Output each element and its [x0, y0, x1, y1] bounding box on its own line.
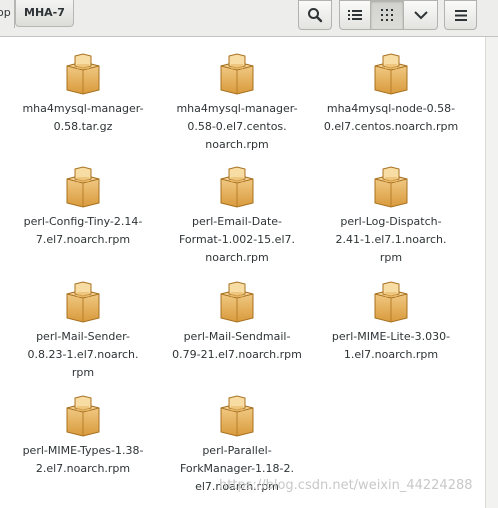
file-name: perl-Config-Tiny-2.14- 7.el7.noarch.rpm — [23, 215, 143, 246]
file-name: perl-MIME-Lite-3.030- 1.el7.noarch.rpm — [331, 330, 451, 361]
list-view-icon — [348, 10, 362, 20]
file-item[interactable]: perl-Mail-Sender- 0.8.23-1.el7.noarch. r… — [13, 280, 153, 382]
search-icon — [308, 8, 323, 23]
watermark: https://blog.csdn.net/weixin_44224288 — [219, 478, 473, 493]
package-icon — [374, 166, 408, 208]
package-icon — [220, 281, 254, 323]
package-icon — [220, 395, 254, 437]
package-icon — [66, 53, 100, 95]
header-bar: op MHA-7 — [0, 0, 498, 37]
breadcrumb-previous[interactable]: op — [0, 0, 15, 28]
file-item[interactable]: mha4mysql-manager- 0.58-0.el7.centos. no… — [167, 52, 307, 154]
file-item[interactable]: mha4mysql-manager- 0.58.tar.gz — [13, 52, 153, 136]
grid-view-button[interactable] — [371, 0, 404, 30]
package-icon — [66, 395, 100, 437]
file-item[interactable]: perl-Email-Date- Format-1.002-15.el7. no… — [167, 165, 307, 267]
view-options-button[interactable] — [404, 0, 438, 30]
breadcrumb-current[interactable]: MHA-7 — [15, 0, 74, 27]
package-icon — [220, 53, 254, 95]
file-item[interactable]: perl-Log-Dispatch- 2.41-1.el7.1.noarch. … — [321, 165, 461, 267]
package-icon — [66, 166, 100, 208]
file-item[interactable]: perl-Mail-Sendmail- 0.79-21.el7.noarch.r… — [167, 280, 307, 364]
file-item[interactable]: mha4mysql-node-0.58- 0.el7.centos.noarch… — [321, 52, 461, 136]
hamburger-menu-icon — [454, 9, 467, 21]
file-item[interactable]: perl-MIME-Types-1.38- 2.el7.noarch.rpm — [13, 394, 153, 478]
file-grid: mha4mysql-manager- 0.58.tar.gz mha4mysql… — [0, 37, 484, 508]
chevron-down-icon — [413, 10, 428, 19]
file-name: mha4mysql-manager- 0.58.tar.gz — [22, 102, 144, 133]
file-name: perl-Mail-Sender- 0.8.23-1.el7.noarch. r… — [27, 330, 139, 379]
app-menu-button[interactable] — [444, 0, 477, 30]
file-item[interactable]: perl-Config-Tiny-2.14- 7.el7.noarch.rpm — [13, 165, 153, 249]
vertical-scrollbar[interactable] — [485, 37, 498, 508]
file-item[interactable]: perl-MIME-Lite-3.030- 1.el7.noarch.rpm — [321, 280, 461, 364]
file-name: mha4mysql-node-0.58- 0.el7.centos.noarch… — [323, 102, 459, 133]
package-icon — [374, 281, 408, 323]
file-name: perl-Email-Date- Format-1.002-15.el7. no… — [178, 215, 295, 264]
file-name: mha4mysql-manager- 0.58-0.el7.centos. no… — [176, 102, 298, 151]
list-view-button[interactable] — [339, 0, 371, 30]
package-icon — [374, 53, 408, 95]
file-name: perl-MIME-Types-1.38- 2.el7.noarch.rpm — [22, 444, 144, 475]
search-button[interactable] — [298, 0, 332, 30]
package-icon — [220, 166, 254, 208]
file-name: perl-Mail-Sendmail- 0.79-21.el7.noarch.r… — [172, 330, 302, 361]
grid-view-icon — [381, 9, 393, 21]
file-name: perl-Log-Dispatch- 2.41-1.el7.1.noarch. … — [335, 215, 447, 264]
package-icon — [66, 281, 100, 323]
